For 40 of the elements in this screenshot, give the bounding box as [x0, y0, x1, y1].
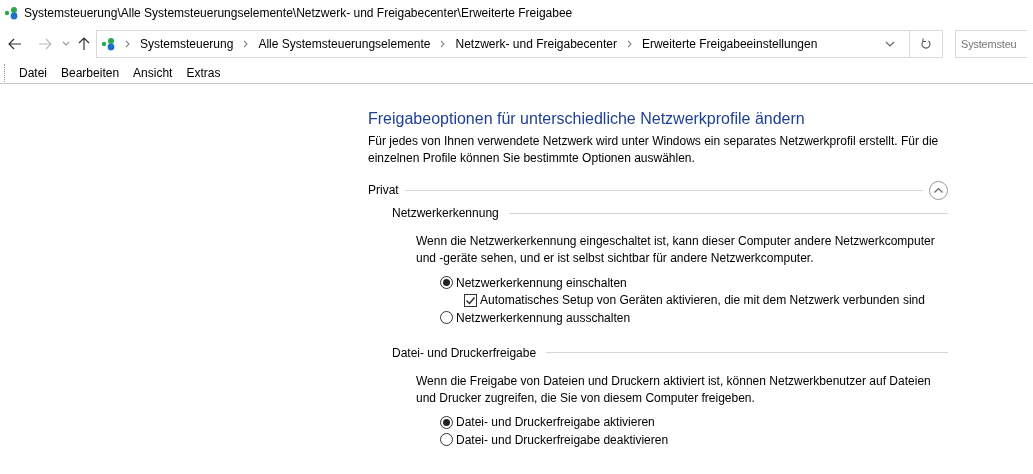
- breadcrumb-link[interactable]: Alle Systemsteuerungselemente: [256, 35, 433, 53]
- window-title: Systemsteuerung\Alle Systemsteuerungselemente\Netzwerk- und Freigabecenter\Erweiterte Freigabee: [24, 5, 573, 22]
- radio-label[interactable]: Netzwerkerkennung einschalten: [456, 273, 627, 292]
- breadcrumb-link[interactable]: Erweiterte Freigabeeinstellungen: [639, 35, 820, 53]
- menu-item[interactable]: Extras: [180, 63, 227, 82]
- caret-icon[interactable]: [62, 41, 70, 47]
- menu-item[interactable]: Datei: [13, 63, 53, 82]
- search-field[interactable]: Systemsteu: [955, 30, 1027, 58]
- menu-item[interactable]: Bearbeiten: [55, 63, 126, 82]
- radio-label[interactable]: Datei- und Druckerfreigabe aktivieren: [456, 413, 655, 432]
- section-description: Wenn die Netzwerkerkennung eingeschaltet ist, kann dieser Computer andere Netzwerkcomputer und -geräte sehen, und er ist selbst sichtbar für andere Netzwerkcomputer.: [416, 233, 936, 267]
- up-arrow-icon[interactable]: [78, 37, 90, 51]
- profile-title: Privat: [368, 182, 399, 199]
- address-bar[interactable]: Systemsteuerung Alle Systemsteuerungselemente Netzwerk- und Freigabecenter Erweiterte Freigabeeinstellungen: [96, 30, 943, 58]
- intro-text: Für jedes von Ihnen verwendete Netzwerk wird unter Windows ein separates Netzwerkprofil erstellt. Für die einzelnen Profile können Sie bestimmte Optionen auswählen.: [368, 133, 940, 167]
- checkbox[interactable]: [464, 293, 477, 307]
- back-arrow-icon[interactable]: [8, 38, 22, 50]
- chevron-icon[interactable]: [125, 40, 130, 48]
- breadcrumb-link[interactable]: Netzwerk- und Freigabecenter: [453, 35, 619, 53]
- dropdown-caret-icon[interactable]: [885, 41, 895, 47]
- checkbox-label[interactable]: Automatisches Setup von Geräten aktivieren, die mit dem Netzwerk verbunden sind: [480, 291, 925, 310]
- radio-button[interactable]: [440, 276, 453, 290]
- collapse-button[interactable]: [929, 180, 948, 200]
- radio-button[interactable]: [440, 415, 453, 429]
- section-description: Wenn die Freigabe von Dateien und Druckern aktiviert ist, können Netzwerkbenutzer auf Dateien und Drucker zugreifen, die Sie von diesem Computer freigeben.: [416, 372, 932, 407]
- chevron-icon[interactable]: [243, 40, 249, 48]
- radio-button[interactable]: [440, 433, 453, 447]
- network-icon: [101, 37, 117, 51]
- chevron-icon[interactable]: [440, 40, 446, 48]
- radio-label[interactable]: Datei- und Druckerfreigabe deaktivieren: [456, 430, 669, 449]
- radio-label[interactable]: Netzwerkerkennung ausschalten: [456, 308, 631, 327]
- chevron-icon[interactable]: [626, 40, 632, 48]
- section-title: Netzwerkerkennung: [392, 205, 499, 222]
- section-title: Datei- und Druckerfreigabe: [392, 344, 537, 362]
- refresh-icon[interactable]: [920, 38, 932, 50]
- network-icon: [4, 6, 20, 20]
- page-heading: Freigabeoptionen für unterschiedliche Netzwerkprofile ändern: [368, 109, 806, 129]
- menu-item[interactable]: Ansicht: [127, 63, 179, 82]
- breadcrumb-link[interactable]: Systemsteuerung: [138, 35, 236, 53]
- radio-button[interactable]: [440, 311, 453, 325]
